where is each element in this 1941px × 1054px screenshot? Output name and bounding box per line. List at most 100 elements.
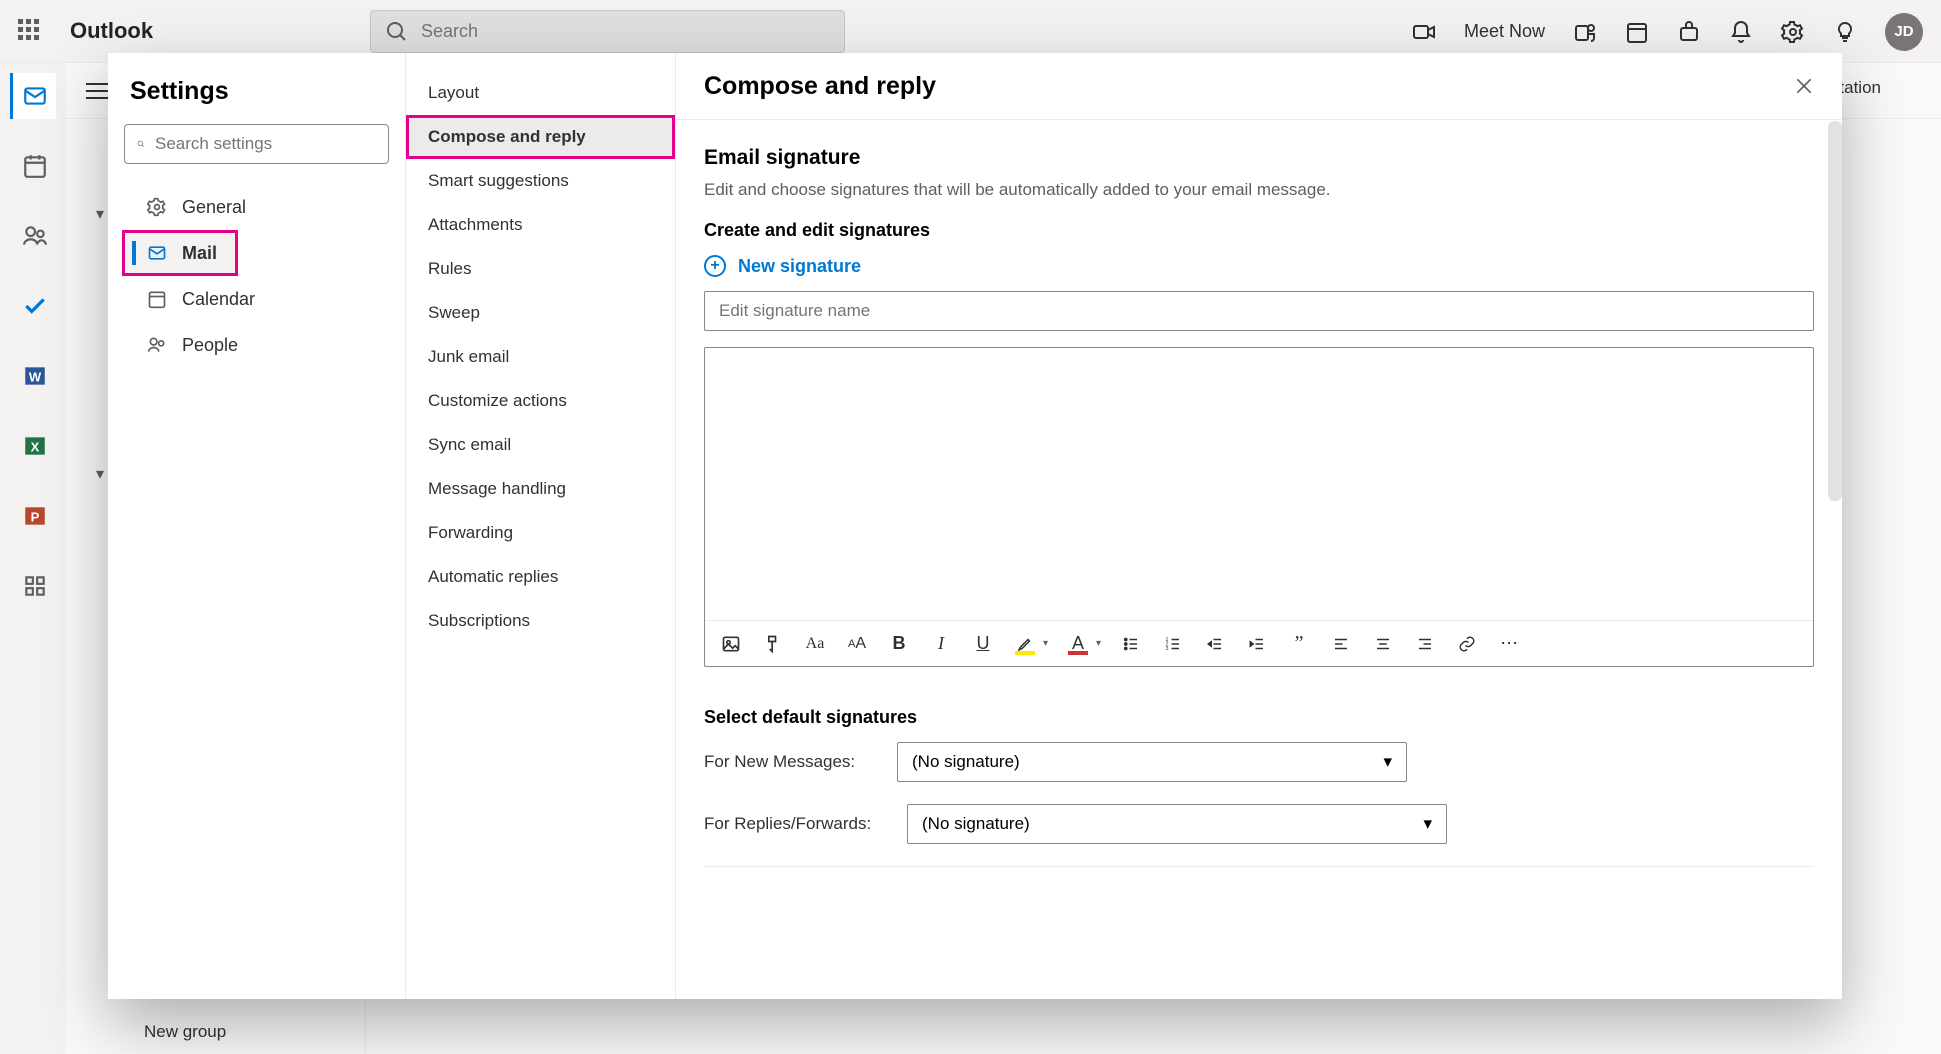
signature-editor: Aa AA B I U ▾ A ▾ 123 ” [704,347,1814,667]
search-icon [137,136,145,152]
default-new-messages-row: For New Messages: (No signature) ▾ [704,742,1814,782]
new-signature-button[interactable]: + New signature [704,255,1814,277]
app-rail: W X P [0,63,66,1054]
powerpoint-icon: P [22,503,48,529]
align-right-icon[interactable] [1413,632,1437,656]
default-replies-row: For Replies/Forwards: (No signature) ▾ [704,804,1814,844]
signature-editor-area[interactable] [705,348,1813,620]
subsection-customize-actions[interactable]: Customize actions [406,379,675,423]
panel-title: Compose and reply [704,72,936,101]
outdent-icon[interactable] [1203,632,1227,656]
chevron-down-icon[interactable]: ▾ [96,204,104,224]
search-settings-input[interactable] [155,134,376,154]
check-icon [22,293,48,319]
subsection-label: Sweep [428,303,480,323]
italic-icon[interactable]: I [929,632,953,656]
format-painter-icon[interactable] [761,632,785,656]
email-signature-desc: Edit and choose signatures that will be … [704,180,1814,200]
search-settings[interactable] [124,124,389,164]
rail-powerpoint[interactable]: P [10,493,56,539]
rail-people[interactable] [10,213,56,259]
svg-text:3: 3 [1166,646,1169,652]
chevron-down-icon[interactable]: ▾ [1096,638,1101,649]
rail-word[interactable]: W [10,353,56,399]
meet-now-button[interactable]: Meet Now [1464,21,1545,42]
settings-icon[interactable] [1781,20,1805,44]
chevron-down-icon: ▾ [1423,814,1432,834]
subsection-smart-suggestions[interactable]: Smart suggestions [406,159,675,203]
svg-text:X: X [30,439,39,454]
subsection-layout[interactable]: Layout [406,71,675,115]
align-left-icon[interactable] [1329,632,1353,656]
close-button[interactable] [1794,76,1814,96]
settings-category-mail[interactable]: Mail [124,232,236,274]
for-replies-label: For Replies/Forwards: [704,814,889,834]
calendar-icon [22,153,48,179]
my-day-icon[interactable] [1625,20,1649,44]
bold-icon[interactable]: B [887,632,911,656]
new-group-link[interactable]: New group [144,1022,226,1042]
subsection-forwarding[interactable]: Forwarding [406,511,675,555]
subsection-message-handling[interactable]: Message handling [406,467,675,511]
font-family-icon[interactable]: Aa [803,632,827,656]
more-apps-icon [22,573,48,599]
numbered-list-icon[interactable]: 123 [1161,632,1185,656]
subsection-compose-reply[interactable]: Compose and reply [406,115,675,159]
global-search[interactable] [370,10,845,53]
account-avatar[interactable]: JD [1885,13,1923,51]
settings-category-calendar[interactable]: Calendar [124,278,389,320]
scrollbar[interactable] [1828,121,1842,501]
highlight-icon[interactable] [1013,632,1037,656]
category-label: Mail [182,243,217,264]
subsection-rules[interactable]: Rules [406,247,675,291]
subsection-subscriptions[interactable]: Subscriptions [406,599,675,643]
settings-category-people[interactable]: People [124,324,389,366]
subsection-label: Smart suggestions [428,171,569,191]
rail-todo[interactable] [10,283,56,329]
teams-icon[interactable] [1573,20,1597,44]
insert-image-icon[interactable] [719,632,743,656]
align-center-icon[interactable] [1371,632,1395,656]
tips-icon[interactable] [1833,20,1857,44]
indent-icon[interactable] [1245,632,1269,656]
subsection-label: Attachments [428,215,523,235]
app-launcher-icon[interactable] [18,19,42,43]
insert-link-icon[interactable] [1455,632,1479,656]
chevron-down-icon: ▾ [1383,752,1392,772]
category-label: Calendar [182,289,255,310]
underline-icon[interactable]: U [971,632,995,656]
rail-calendar[interactable] [10,143,56,189]
video-icon[interactable] [1412,20,1436,44]
svg-text:W: W [28,369,41,384]
subsection-label: Customize actions [428,391,567,411]
chevron-down-icon[interactable]: ▾ [96,464,104,484]
chevron-down-icon[interactable]: ▾ [1043,638,1048,649]
subsection-label: Sync email [428,435,511,455]
signature-name-input[interactable] [704,291,1814,331]
subsection-attachments[interactable]: Attachments [406,203,675,247]
notifications-icon[interactable] [1729,20,1753,44]
subsection-automatic-replies[interactable]: Automatic replies [406,555,675,599]
quote-icon[interactable]: ” [1287,632,1311,656]
settings-category-general[interactable]: General [124,186,389,228]
new-signature-label: New signature [738,256,861,277]
subsection-label: Compose and reply [428,127,586,147]
global-search-input[interactable] [421,21,830,42]
subsection-sync-email[interactable]: Sync email [406,423,675,467]
more-icon[interactable]: ⋯ [1497,632,1521,656]
rail-excel[interactable]: X [10,423,56,469]
font-color-icon[interactable]: A [1066,632,1090,656]
bullet-list-icon[interactable] [1119,632,1143,656]
gear-icon [146,196,168,218]
font-size-icon[interactable]: AA [845,632,869,656]
subsection-sweep[interactable]: Sweep [406,291,675,335]
new-messages-signature-select[interactable]: (No signature) ▾ [897,742,1407,782]
rail-more-apps[interactable] [10,563,56,609]
replies-signature-select[interactable]: (No signature) ▾ [907,804,1447,844]
mail-icon [146,242,168,264]
toggle-left-pane[interactable] [86,83,108,99]
rail-mail[interactable] [10,73,56,119]
subsection-junk-email[interactable]: Junk email [406,335,675,379]
apps-icon[interactable] [1677,20,1701,44]
plus-icon: + [704,255,726,277]
